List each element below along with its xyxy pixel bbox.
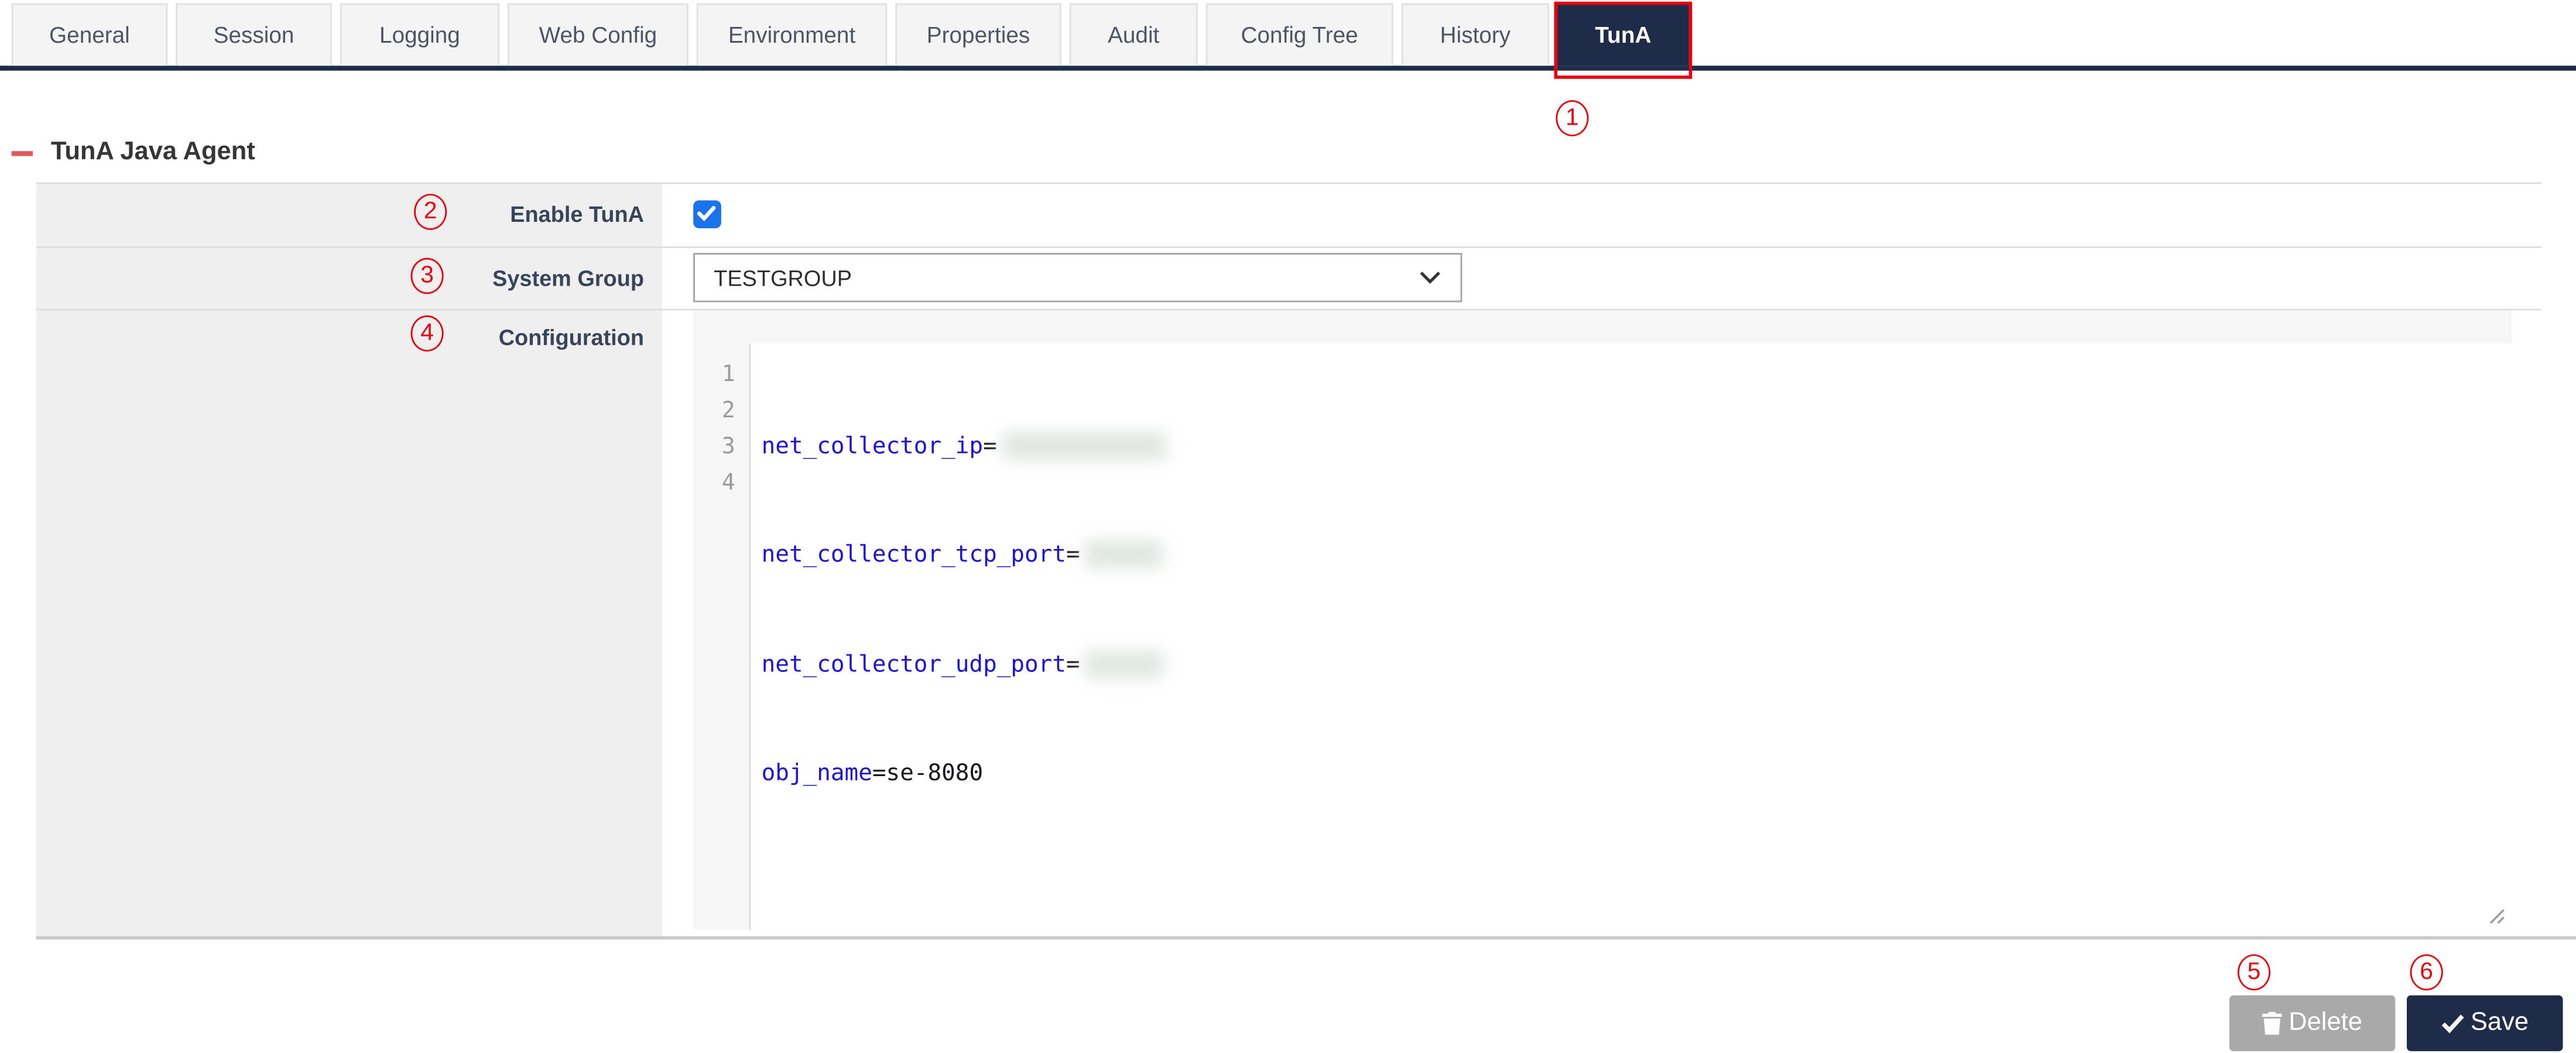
tab-tuna-label: TunA — [1595, 23, 1651, 47]
system-group-label: System Group — [36, 247, 662, 308]
trash-icon — [2262, 1011, 2282, 1034]
annotation-circle-1: 1 — [1556, 100, 1588, 136]
check-icon — [2441, 1013, 2464, 1033]
system-group-value-cell: TESTGROUP — [662, 247, 2541, 308]
line-number: 1 — [693, 356, 748, 393]
annotation-circle-3: 3 — [411, 257, 444, 293]
collapse-minus-icon[interactable] — [12, 150, 33, 156]
tab-general[interactable]: General — [12, 4, 168, 66]
annotation-circle-6: 6 — [2410, 953, 2443, 990]
redacted-value — [1002, 433, 1166, 461]
tab-logging[interactable]: Logging — [340, 4, 499, 66]
save-button[interactable]: Save — [2407, 996, 2563, 1051]
tab-tuna[interactable]: TunA — [1557, 4, 1688, 66]
resize-handle-icon[interactable] — [2486, 903, 2505, 921]
editor-code-area[interactable]: net_collector_ip= net_collector_tcp_port… — [748, 343, 2511, 929]
tab-properties[interactable]: Properties — [895, 4, 1061, 66]
section-header: TunA Java Agent — [12, 138, 255, 168]
form-row-configuration: Configuration 1 2 3 4 net_collector_ip= … — [36, 310, 2541, 938]
annotation-circle-4: 4 — [411, 314, 444, 351]
section-title: TunA Java Agent — [51, 138, 255, 168]
delete-button-label: Delete — [2289, 1008, 2362, 1038]
checkbox-check-icon — [697, 205, 717, 222]
delete-button[interactable]: Delete — [2229, 996, 2395, 1051]
annotation-circle-5: 5 — [2238, 953, 2270, 990]
system-group-select[interactable]: TESTGROUP — [693, 253, 1461, 302]
tab-bar: General Session Logging Web Config Envir… — [0, 0, 2576, 71]
save-button-label: Save — [2471, 1008, 2529, 1038]
bottom-divider — [36, 936, 2576, 939]
tab-web-config[interactable]: Web Config — [508, 4, 688, 66]
annotation-circle-2: 2 — [414, 193, 447, 229]
enable-tuna-label: Enable TunA — [36, 183, 662, 246]
redacted-value — [1085, 541, 1164, 570]
line-number: 3 — [693, 429, 748, 465]
editor-line-numbers: 1 2 3 4 — [693, 343, 748, 929]
configuration-editor[interactable]: 1 2 3 4 net_collector_ip= net_collector_… — [693, 310, 2511, 929]
tab-environment[interactable]: Environment — [697, 4, 888, 66]
tab-config-tree[interactable]: Config Tree — [1206, 4, 1393, 66]
tab-history[interactable]: History — [1402, 4, 1550, 66]
code-line: net_collector_udp_port= — [762, 647, 2512, 683]
line-number: 4 — [693, 465, 748, 502]
system-group-selected-value: TESTGROUP — [714, 265, 1419, 290]
tuna-form: Enable TunA System Group TESTGROUP — [36, 181, 2541, 938]
tab-session[interactable]: Session — [176, 4, 332, 66]
configuration-value-cell: 1 2 3 4 net_collector_ip= net_collector_… — [662, 310, 2541, 938]
redacted-value — [1085, 650, 1164, 678]
form-row-enable-tuna: Enable TunA — [36, 183, 2541, 247]
code-line: obj_name=se-8080 — [762, 756, 2512, 792]
enable-tuna-value-cell — [662, 183, 2541, 246]
line-number: 2 — [693, 393, 748, 429]
chevron-down-icon — [1419, 271, 1440, 284]
configuration-label: Configuration — [36, 310, 662, 938]
tab-audit[interactable]: Audit — [1070, 4, 1198, 66]
enable-tuna-checkbox[interactable] — [693, 200, 721, 228]
tuna-config-page: General Session Logging Web Config Envir… — [0, 0, 2576, 1053]
code-line: net_collector_ip= — [762, 429, 2512, 465]
code-line: net_collector_tcp_port= — [762, 538, 2512, 574]
